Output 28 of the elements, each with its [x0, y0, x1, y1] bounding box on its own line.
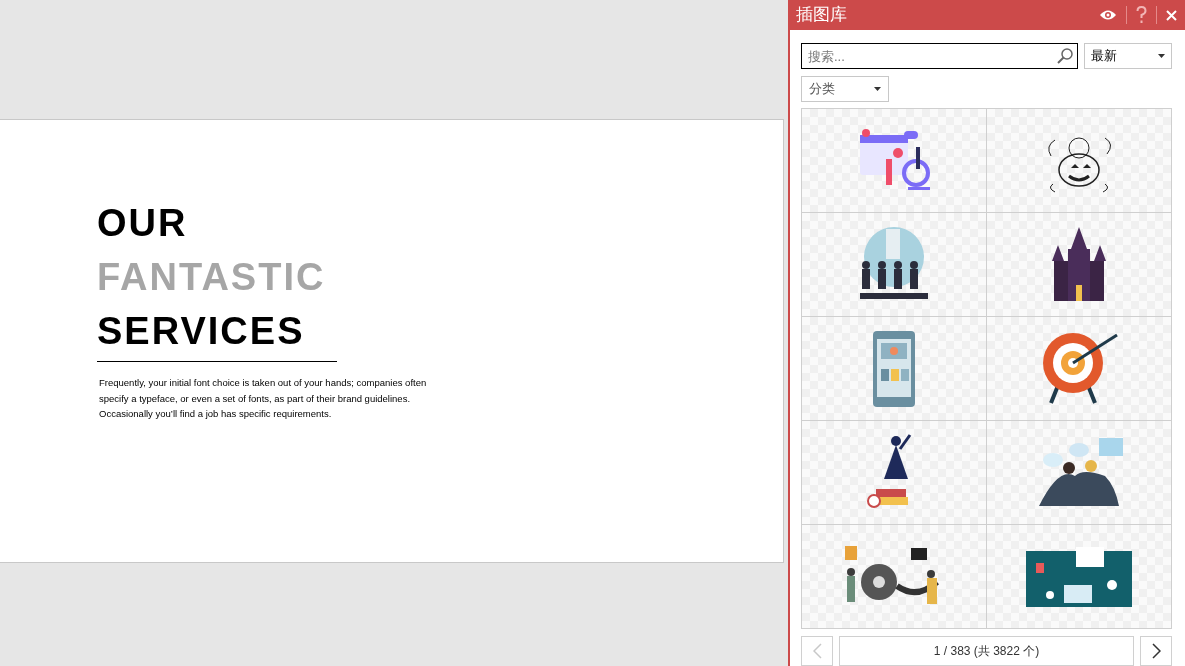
illustration-tile[interactable]: [802, 317, 987, 421]
chevron-right-icon: [1151, 643, 1161, 659]
illustration-tile[interactable]: [987, 317, 1172, 421]
search-icon[interactable]: [1057, 48, 1073, 64]
caret-icon: [1158, 54, 1165, 58]
illustration-tile[interactable]: [802, 213, 987, 317]
illustration-tile[interactable]: [802, 525, 987, 629]
search-field[interactable]: 搜索...: [801, 43, 1078, 69]
illustration-tile[interactable]: [802, 109, 987, 213]
close-icon[interactable]: [1166, 9, 1177, 21]
illustration-tile[interactable]: [802, 421, 987, 525]
panel-title: 插图库: [796, 4, 848, 27]
illustration-tile[interactable]: [987, 525, 1172, 629]
next-page-button[interactable]: [1140, 636, 1172, 666]
slide-title-line: OUR: [97, 201, 189, 246]
illustration-tile[interactable]: [987, 109, 1172, 213]
slide-title-line: FANTASTIC: [97, 255, 327, 300]
page-indicator: 1 / 383 (共 3822 个): [839, 636, 1134, 666]
sort-dropdown[interactable]: 最新: [1084, 43, 1172, 69]
category-dropdown[interactable]: 分类: [801, 76, 889, 102]
eye-icon[interactable]: [1099, 9, 1117, 21]
illustration-tile[interactable]: [987, 213, 1172, 317]
caret-icon: [874, 87, 881, 91]
help-icon[interactable]: [1136, 6, 1147, 24]
slide-title-line: SERVICES: [97, 309, 306, 354]
chevron-left-icon: [812, 643, 822, 659]
illustration-tile[interactable]: [987, 421, 1172, 525]
slide-body-text: Frequently, your initial font choice is taken out of your hands; companies often specify a typeface, or even a set of fonts, as part of their brand guidelines. Occasionally you’ll find a job has specific requirements.: [98, 376, 428, 421]
